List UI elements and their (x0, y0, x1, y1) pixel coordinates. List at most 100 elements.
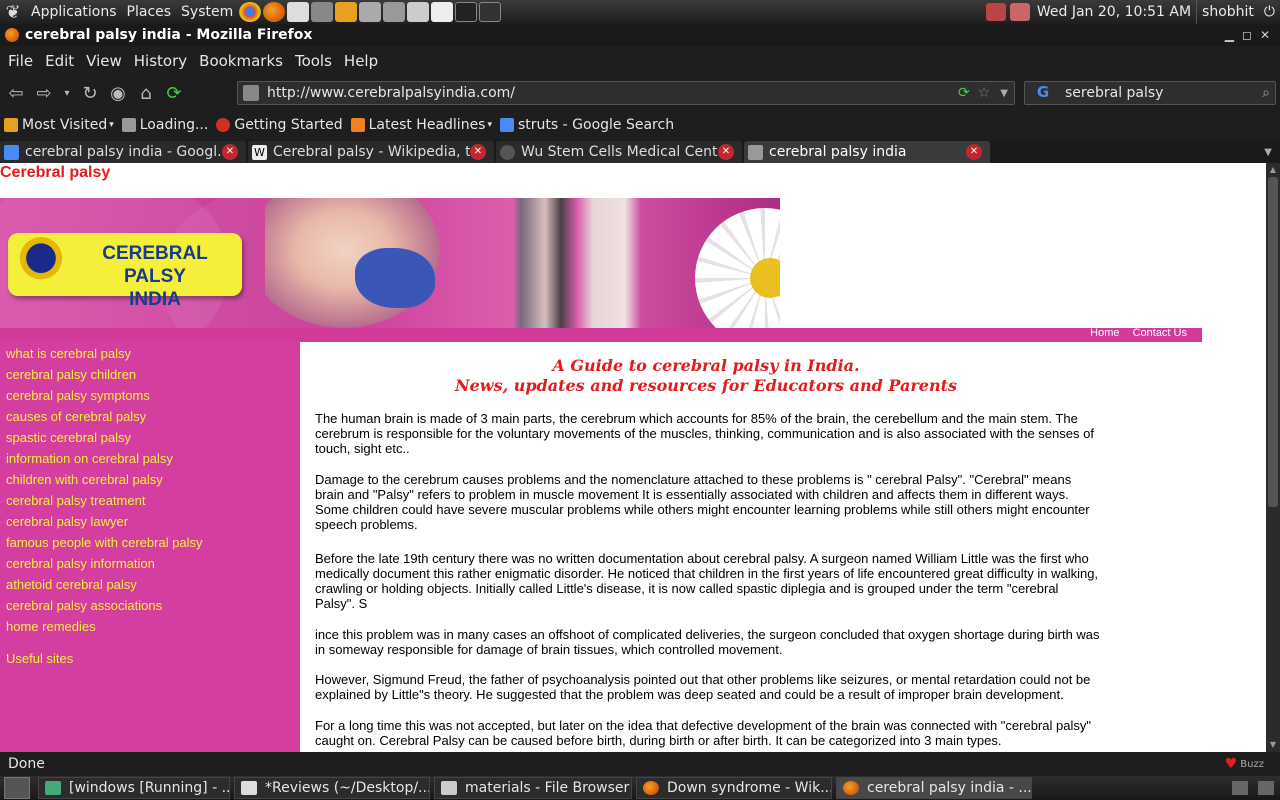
bookmark-getting-started[interactable]: Getting Started (212, 117, 346, 133)
power-icon[interactable]: ⏻ (1259, 0, 1280, 24)
tab-close-icon[interactable]: ✕ (222, 144, 238, 160)
forward-icon[interactable]: ⇨ (30, 80, 58, 106)
site-identity-icon[interactable] (243, 85, 259, 101)
sidebar-link[interactable]: cerebral palsy information (0, 557, 300, 578)
menubar: File Edit View History Bookmarks Tools H… (0, 46, 1280, 76)
search-bar[interactable]: G serebral palsy ⌕ (1024, 81, 1276, 105)
sidebar-link[interactable]: children with cerebral palsy (0, 473, 300, 494)
url-dropdown-icon[interactable]: ▼ (994, 88, 1014, 99)
user-menu[interactable]: shobhit (1196, 0, 1259, 24)
menu-bookmarks[interactable]: Bookmarks (193, 52, 289, 70)
tab-google-search[interactable]: cerebral palsy india - Googl... ✕ (0, 141, 246, 163)
sidebar-link[interactable]: cerebral palsy lawyer (0, 515, 300, 536)
task-virtualbox[interactable]: [windows [Running] - ... (38, 777, 230, 799)
trash-icon[interactable] (1258, 781, 1274, 795)
bookmark-struts-google-search[interactable]: struts - Google Search (496, 117, 678, 133)
text-editor-launcher-icon[interactable] (287, 2, 310, 22)
menu-view[interactable]: View (80, 52, 128, 70)
task-cerebral-palsy-india[interactable]: cerebral palsy india - ... (836, 777, 1032, 799)
sidebar-link[interactable]: home remedies (0, 620, 300, 641)
tab-list-icon[interactable]: ▼ (1264, 147, 1280, 163)
chrome-launcher-icon[interactable] (239, 2, 262, 22)
scroll-down-icon[interactable]: ▼ (1268, 740, 1278, 750)
addon-icon[interactable]: ⟳ (160, 80, 188, 106)
package-launcher-icon[interactable] (359, 2, 382, 22)
url-text[interactable]: http://www.cerebralpalsyindia.com/ (267, 85, 515, 101)
page-scrollbar[interactable]: ▲ ▼ (1266, 163, 1280, 752)
url-bar[interactable]: http://www.cerebralpalsyindia.com/ ⟳ ☆ ▼ (237, 81, 1015, 105)
rss-icon[interactable]: ⟳ (954, 85, 974, 101)
menu-tools[interactable]: Tools (289, 52, 338, 70)
sidebar-link[interactable]: athetoid cerebral palsy (0, 578, 300, 599)
tab-close-icon[interactable]: ✕ (966, 144, 982, 160)
bookmark-star-icon[interactable]: ☆ (974, 85, 995, 101)
task-reviews-editor[interactable]: *Reviews (~/Desktop/... (234, 777, 430, 799)
home-link[interactable]: Home (1085, 327, 1124, 339)
search-engine-icon[interactable]: G (1029, 83, 1057, 103)
sidebar-link[interactable]: famous people with cerebral palsy (0, 536, 300, 557)
sidebar-link[interactable]: spastic cerebral palsy (0, 431, 300, 452)
mail-launcher-icon[interactable] (407, 2, 430, 22)
applications-menu[interactable]: Applications (26, 0, 122, 24)
tab-wikipedia[interactable]: W Cerebral palsy - Wikipedia, t... ✕ (248, 141, 494, 163)
network-tray-icon[interactable] (985, 3, 1006, 21)
task-file-browser[interactable]: materials - File Browser (434, 777, 632, 799)
bookmark-latest-headlines[interactable]: Latest Headlines ▾ (347, 117, 496, 133)
contact-us-link[interactable]: Contact Us (1128, 327, 1192, 339)
sidebar-link[interactable]: cerebral palsy associations (0, 599, 300, 620)
close-icon[interactable]: ✕ (1260, 28, 1270, 42)
folder-icon (441, 781, 457, 795)
workspace-switcher-icon[interactable] (1232, 781, 1248, 795)
useful-sites-link[interactable]: Useful sites (0, 652, 300, 673)
folder-icon (4, 118, 18, 132)
head-logo-icon (18, 235, 64, 293)
clock[interactable]: Wed Jan 20, 10:51 AM (1032, 0, 1196, 24)
home-icon[interactable]: ⌂ (132, 80, 160, 106)
maximize-icon[interactable]: ◻ (1242, 28, 1252, 42)
menu-history[interactable]: History (128, 52, 193, 70)
sidebar-link[interactable]: cerebral palsy treatment (0, 494, 300, 515)
menu-edit[interactable]: Edit (39, 52, 80, 70)
back-icon[interactable]: ⇦ (2, 80, 30, 106)
minimize-icon[interactable]: ▁ (1225, 28, 1234, 42)
show-desktop-button[interactable] (4, 777, 30, 799)
bookmarks-toolbar: Most Visited ▾ Loading... Getting Starte… (0, 110, 1280, 140)
terminal-launcher-icon[interactable] (455, 2, 478, 22)
tools-launcher-icon[interactable] (335, 2, 358, 22)
volume-tray-icon[interactable] (1009, 3, 1030, 21)
gnome-foot-icon[interactable]: ❦ (0, 0, 26, 24)
bookmark-loading[interactable]: Loading... (118, 117, 213, 133)
places-menu[interactable]: Places (122, 0, 177, 24)
bookmark-most-visited[interactable]: Most Visited ▾ (0, 117, 118, 133)
wheelchair-doctor-photo (505, 198, 665, 328)
system-menu[interactable]: System (176, 0, 238, 24)
scrollbar-thumb[interactable] (1268, 177, 1278, 507)
history-dropdown-icon[interactable]: ▾ (58, 80, 76, 106)
sidebar-link[interactable]: cerebral palsy symptoms (0, 389, 300, 410)
reload-icon[interactable]: ↻ (76, 80, 104, 106)
network-launcher-icon[interactable] (311, 2, 334, 22)
stop-icon[interactable]: ◉ (104, 80, 132, 106)
workspace-launcher-icon[interactable] (479, 2, 502, 22)
site-logo[interactable]: CEREBRAL PALSY INDIA (8, 233, 242, 310)
archive-launcher-icon[interactable] (383, 2, 406, 22)
menu-file[interactable]: File (0, 52, 39, 70)
sidebar-link[interactable]: causes of cerebral palsy (0, 410, 300, 431)
tab-close-icon[interactable]: ✕ (470, 144, 486, 160)
tab-close-icon[interactable]: ✕ (718, 144, 734, 160)
search-input[interactable]: serebral palsy (1065, 85, 1163, 101)
menu-help[interactable]: Help (338, 52, 384, 70)
task-down-syndrome[interactable]: Down syndrome - Wik... (636, 777, 832, 799)
firefox-launcher-icon[interactable] (263, 2, 286, 22)
tab-wu-stem-cells[interactable]: Wu Stem Cells Medical Cent... ✕ (496, 141, 742, 163)
sidebar-link[interactable]: what is cerebral palsy (0, 347, 300, 368)
tab-cerebral-palsy-india[interactable]: cerebral palsy india ✕ (744, 141, 990, 163)
sidebar-link[interactable]: information on cerebral palsy (0, 452, 300, 473)
search-icon[interactable]: ⌕ (1257, 85, 1275, 101)
status-bar: Done ♥ Buzz (0, 752, 1280, 776)
buzz-button[interactable]: ♥ Buzz (1225, 756, 1280, 772)
document-launcher-icon[interactable] (431, 2, 454, 22)
scroll-up-icon[interactable]: ▲ (1268, 165, 1278, 175)
sidebar-link[interactable]: cerebral palsy children (0, 368, 300, 389)
article: A Guide to cerebral palsy in India. News… (300, 341, 1202, 752)
